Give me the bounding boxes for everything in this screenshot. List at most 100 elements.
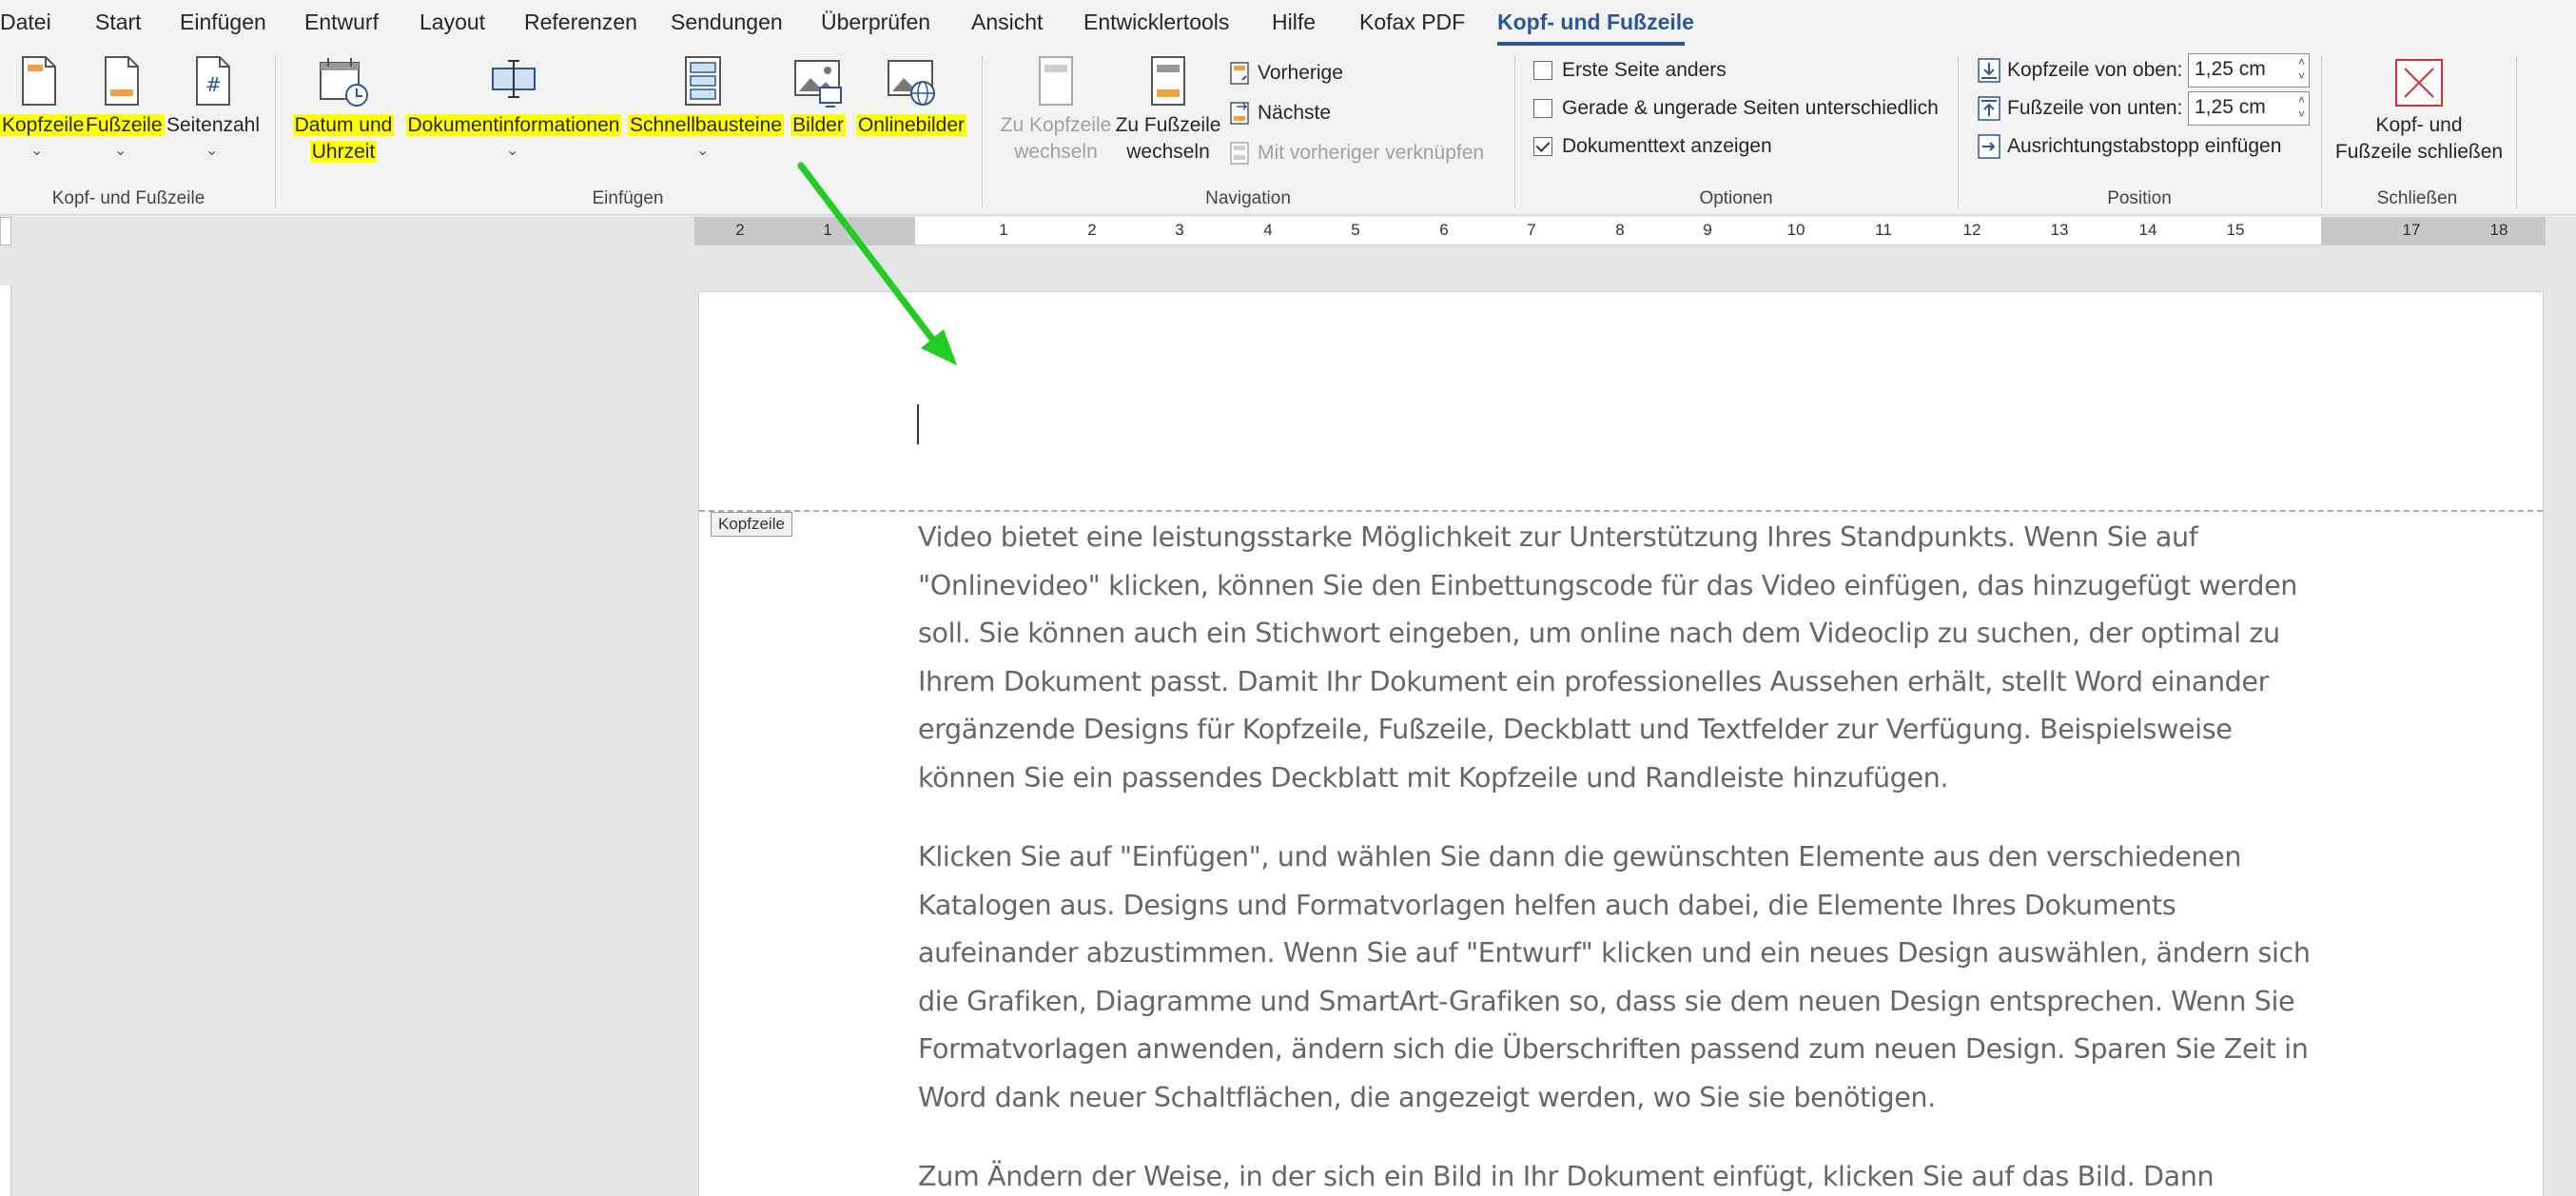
header-tag: Kopfzeile (711, 512, 792, 537)
document-info-icon (492, 60, 536, 98)
bilder-label: Bilder (790, 114, 846, 136)
seitenzahl-label: Seitenzahl (166, 114, 261, 136)
ruler-tick: 18 (2489, 221, 2508, 239)
paragraph[interactable]: Klicken Sie auf "Einfügen", und wählen S… (918, 833, 2316, 1121)
schnellbausteine-chevron-icon[interactable]: ⌄ (696, 141, 709, 160)
dokumentinformationen-button[interactable] (400, 55, 628, 107)
tab-datei[interactable]: Datei (0, 10, 51, 35)
link-previous-icon (1230, 142, 1249, 165)
fusszeile-chevron-icon[interactable]: ⌄ (114, 141, 127, 160)
spinner-arrows-icon[interactable]: ˄ ˅ (2298, 55, 2305, 84)
ruler-tick: 1 (999, 221, 1008, 239)
tab-layout[interactable]: Layout (420, 10, 485, 35)
tab-kofax-pdf[interactable]: Kofax PDF (1359, 10, 1465, 35)
zu-fusszeile-button[interactable] (1113, 55, 1223, 107)
kopfzeile-button[interactable] (0, 55, 78, 107)
paragraph[interactable]: Video bietet eine leistungsstarke Möglic… (918, 513, 2316, 801)
close-x-icon (2395, 59, 2443, 107)
zu-kopfzeile-label: Zu Kopfzeile wechseln (1000, 114, 1112, 163)
vorherige-button[interactable]: Vorherige (1229, 61, 1343, 86)
onlinebilder-label: Onlinebilder (855, 114, 967, 136)
group-separator (2516, 55, 2517, 207)
group-label-navigation: Navigation (1205, 188, 1291, 208)
fusszeile-button[interactable] (84, 55, 160, 107)
datum-uhrzeit-button[interactable] (291, 55, 396, 108)
dokumentinformationen-label: Dokumentinformationen (405, 114, 622, 136)
horizontal-ruler[interactable]: 2 1 1 2 3 4 5 6 7 8 9 10 11 12 13 14 15 … (694, 217, 2546, 245)
seitenzahl-chevron-icon[interactable]: ⌄ (205, 141, 218, 160)
tab-start[interactable]: Start (95, 10, 142, 35)
ruler-right-margin (2321, 217, 2546, 245)
checkbox-box-checked (1533, 137, 1552, 156)
tab-ueberpruefen[interactable]: Überprüfen (821, 10, 930, 35)
kopfzeile-label: Kopfzeile (0, 114, 87, 136)
dokumenttext-anzeigen-checkbox[interactable]: Dokumenttext anzeigen (1533, 135, 1772, 158)
dokumentinformationen-chevron-icon[interactable]: ⌄ (506, 141, 518, 160)
tab-einfuegen[interactable]: Einfügen (180, 10, 266, 35)
ruler-tab-selector[interactable] (0, 217, 11, 245)
group-label-optionen: Optionen (1699, 188, 1773, 208)
group-separator (2321, 55, 2322, 207)
body-text[interactable]: Video bietet eine leistungsstarke Möglic… (918, 513, 2316, 1196)
vertical-ruler[interactable] (0, 285, 11, 1196)
footer-bottom-icon (1978, 96, 2000, 121)
tab-hilfe[interactable]: Hilfe (1272, 10, 1316, 35)
zu-fusszeile-label: Zu Fußzeile wechseln (1115, 114, 1221, 163)
ruler-tick: 14 (2138, 221, 2157, 239)
spinner-arrows-icon[interactable]: ˄ ˅ (2298, 93, 2305, 122)
schnellbausteine-label: Schnellbausteine (628, 114, 784, 136)
gerade-ungerade-checkbox[interactable]: Gerade & ungerade Seiten unterschiedlich (1533, 97, 1939, 120)
document-page[interactable]: Kopfzeile Video bietet eine leistungssta… (698, 291, 2544, 1196)
svg-text:#: # (205, 73, 222, 96)
seitenzahl-button[interactable]: # (166, 55, 261, 107)
ruler-tick: 17 (2402, 221, 2421, 239)
paragraph[interactable]: Zum Ändern der Weise, in der sich ein Bi… (918, 1152, 2316, 1196)
onlinebilder-button[interactable] (852, 55, 970, 108)
tab-sendungen[interactable]: Sendungen (671, 10, 783, 35)
ruler-tick: 3 (1175, 221, 1184, 239)
erste-seite-anders-checkbox[interactable]: Erste Seite anders (1533, 59, 1727, 82)
group-separator (1958, 55, 1959, 207)
alignment-tab-icon (1978, 134, 2000, 159)
mit-vorheriger-verknuepfen-button[interactable]: Mit vorheriger verknüpfen (1229, 141, 1484, 166)
group-label-schliessen: Schließen (2376, 188, 2458, 208)
ruler-tick: 11 (1875, 221, 1892, 239)
fusszeile-von-unten-input[interactable]: 1,25 cm ˄ ˅ (2188, 91, 2310, 126)
ruler-left-margin (694, 217, 915, 245)
ruler-tick: 8 (1615, 221, 1625, 239)
fusszeile-label: Fußzeile (84, 114, 165, 136)
group-separator (1514, 55, 1515, 207)
previous-section-icon (1230, 62, 1249, 85)
kopfzeile-von-oben-row: Kopfzeile von oben: (1977, 57, 2182, 84)
footer-page-icon (105, 56, 139, 106)
schnellbausteine-button[interactable] (628, 55, 780, 108)
tab-kopf-und-fusszeile[interactable]: Kopf- und Fußzeile (1497, 10, 1694, 35)
kopf-fusszeile-schliessen-button[interactable] (2331, 57, 2508, 108)
kopfzeile-chevron-icon[interactable]: ⌄ (30, 141, 43, 160)
tab-entwicklertools[interactable]: Entwicklertools (1083, 10, 1229, 35)
group-label-position: Position (2107, 188, 2172, 208)
checkbox-box (1533, 99, 1552, 118)
fusszeile-von-unten-row: Fußzeile von unten: (1977, 95, 2182, 122)
goto-footer-icon (1151, 56, 1185, 106)
ribbon: Kopfzeile ⌄ Fußzeile ⌄ # Seitenzahl ⌄ Ko… (0, 48, 2576, 215)
header-page-icon (22, 56, 56, 106)
kopfzeile-von-oben-input[interactable]: 1,25 cm ˄ ˅ (2188, 53, 2310, 88)
ruler-tick: 2 (735, 221, 745, 239)
checkbox-box (1533, 61, 1552, 80)
ruler-tick: 15 (2226, 221, 2245, 239)
group-label-einfuegen: Einfügen (592, 188, 664, 208)
zu-kopfzeile-button[interactable] (989, 55, 1122, 107)
group-separator (982, 55, 983, 207)
ausrichtungstabstopp-button[interactable]: Ausrichtungstabstopp einfügen (1977, 133, 2281, 160)
bilder-button[interactable] (786, 55, 850, 108)
naechste-button[interactable]: Nächste (1229, 101, 1331, 126)
ruler-tick: 5 (1351, 221, 1360, 239)
tab-referenzen[interactable]: Referenzen (524, 10, 637, 35)
kopf-fusszeile-schliessen-label: Kopf- und Fußzeile schließen (2334, 114, 2504, 163)
tab-entwurf[interactable]: Entwurf (304, 10, 379, 35)
menu-bar: Datei Start Einfügen Entwurf Layout Refe… (0, 0, 2576, 48)
goto-header-icon (1039, 56, 1073, 106)
tab-ansicht[interactable]: Ansicht (971, 10, 1043, 35)
ruler-tick: 10 (1786, 221, 1805, 239)
